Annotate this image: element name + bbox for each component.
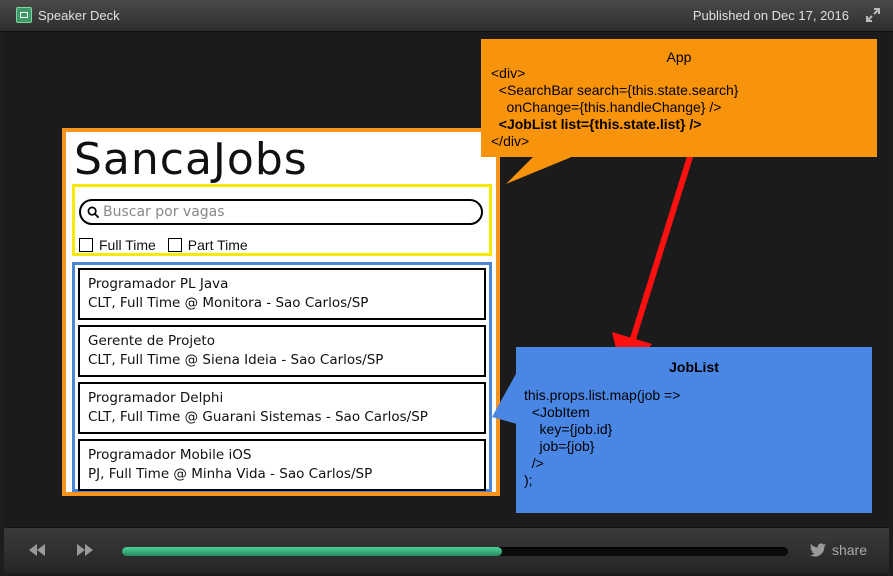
rewind-icon[interactable] [28, 542, 46, 558]
fast-forward-icon[interactable] [76, 542, 94, 558]
progress-bar[interactable] [122, 547, 788, 556]
progress-fill [122, 547, 502, 556]
code-line: ); [524, 472, 533, 488]
brand-name: Speaker Deck [38, 7, 120, 23]
code-line: job={job} [524, 438, 595, 454]
top-bar: Speaker Deck Published on Dec 17, 2016 [0, 0, 893, 32]
player-controls: share [4, 527, 889, 573]
code-line: <div> [491, 65, 526, 81]
slide: SancaJobs Buscar por vagas Full Time Par… [4, 32, 889, 526]
app-callout: App <div> <SearchBar search={this.state.… [481, 39, 877, 157]
slide-stage: SancaJobs Buscar por vagas Full Time Par… [4, 32, 889, 526]
published-date: Published on Dec 17, 2016 [692, 8, 849, 23]
speakerdeck-logo-icon [16, 7, 32, 23]
brand[interactable]: Speaker Deck [16, 7, 120, 23]
red-arrow-shaft [629, 143, 697, 343]
code-line: <JobItem [524, 404, 590, 420]
joblist-callout: JobList this.props.list.map(job => <JobI… [516, 347, 872, 513]
share-label: share [831, 542, 867, 558]
code-line: key={job.id} [524, 421, 613, 437]
code-line: /> [524, 455, 544, 471]
expand-icon[interactable] [865, 7, 881, 23]
joblist-callout-title: JobList [669, 359, 719, 375]
app-callout-tail [506, 156, 574, 184]
code-line-highlight: <JobList list={this.state.list} /> [491, 116, 702, 132]
code-line: onChange={this.handleChange} /> [491, 99, 722, 115]
code-line: </div> [491, 133, 530, 149]
app-callout-title: App [666, 49, 692, 65]
joblist-callout-tail [492, 372, 517, 424]
code-line: <SearchBar search={this.state.search} [491, 82, 739, 98]
share-button[interactable]: share [809, 542, 867, 558]
code-line: this.props.list.map(job => [524, 387, 681, 403]
twitter-bird-icon [809, 543, 826, 557]
